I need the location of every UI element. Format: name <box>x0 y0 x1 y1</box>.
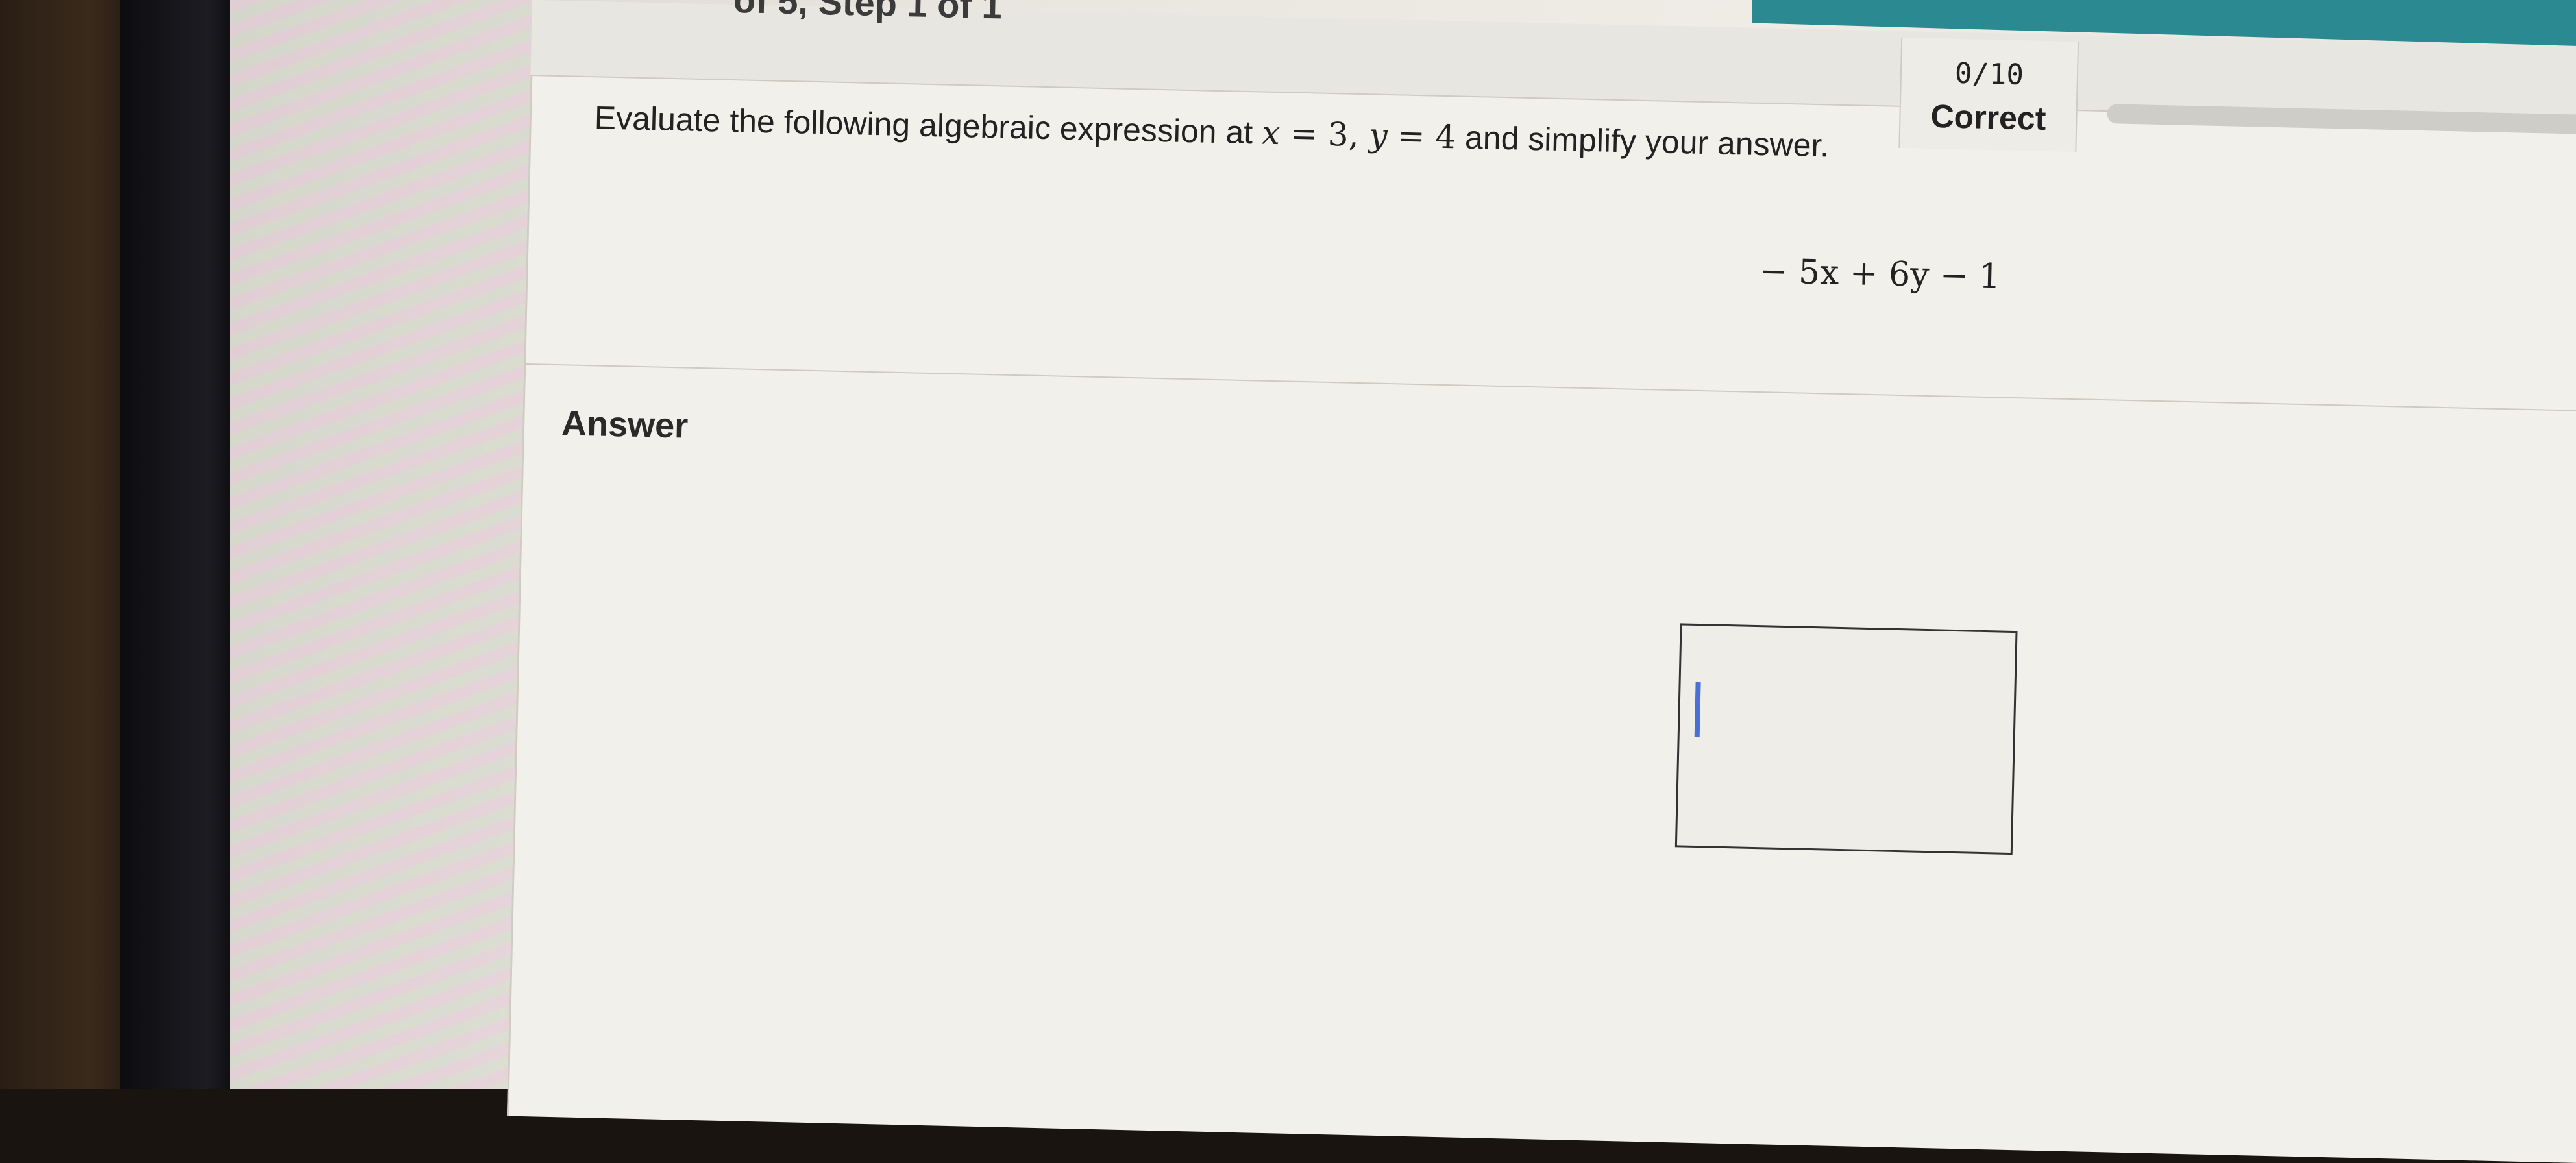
laptop-bezel <box>120 0 243 1089</box>
prompt-end: and simplify your answer. <box>1455 119 1830 164</box>
var-x: x <box>1261 114 1281 153</box>
value-y: = 4 <box>1387 116 1456 156</box>
var-y: y <box>1368 116 1388 154</box>
algebraic-expression: − 5x + 6y − 1 <box>1759 252 2001 297</box>
prompt-start: Evaluate the following algebraic express… <box>594 99 1253 151</box>
section-divider <box>524 363 2576 412</box>
screen-moire <box>230 0 535 1089</box>
value-x: = 3, <box>1279 114 1370 154</box>
answer-label: Answer <box>561 404 689 446</box>
score-box: 0/10 Correct <box>1898 37 2079 153</box>
answer-input[interactable] <box>1674 623 2018 855</box>
score-label: Correct <box>1930 97 2047 137</box>
question-panel: of 5, Step 1 of 1 0/10 Correct Evaluate … <box>506 0 2576 1163</box>
score-value: 0/10 <box>1954 56 2024 92</box>
question-prompt: Evaluate the following algebraic express… <box>594 99 1830 164</box>
